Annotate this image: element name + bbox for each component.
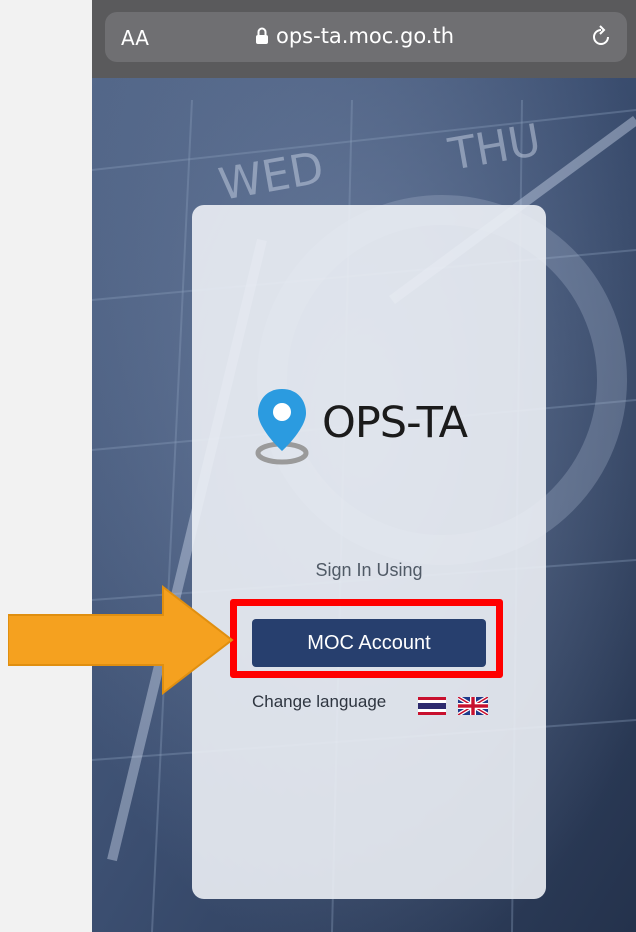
lock-icon: [256, 27, 268, 44]
map-pin-icon: [255, 389, 309, 465]
login-card: OPS-TA Sign In Using MOC Account Change …: [192, 205, 546, 899]
thai-flag-icon[interactable]: [418, 697, 446, 715]
phone-screen: WED THU AA ops-ta.moc.go.th OPS-TA Sign …: [92, 0, 636, 932]
highlight-box: [230, 599, 503, 678]
sign-in-label: Sign In Using: [315, 560, 423, 580]
url-display[interactable]: ops-ta.moc.go.th: [255, 24, 454, 48]
arrow-pointer: [8, 585, 234, 695]
reload-icon[interactable]: [589, 25, 613, 49]
app-name: OPS-TA: [322, 398, 468, 448]
browser-address-bar: AA ops-ta.moc.go.th: [92, 0, 636, 78]
url-text: ops-ta.moc.go.th: [276, 24, 455, 48]
uk-flag-icon[interactable]: [458, 697, 488, 715]
text-size-button[interactable]: AA: [121, 26, 149, 50]
app-logo: OPS-TA: [252, 387, 468, 467]
url-field[interactable]: AA ops-ta.moc.go.th: [105, 12, 627, 62]
change-language-label: Change language: [252, 692, 387, 711]
